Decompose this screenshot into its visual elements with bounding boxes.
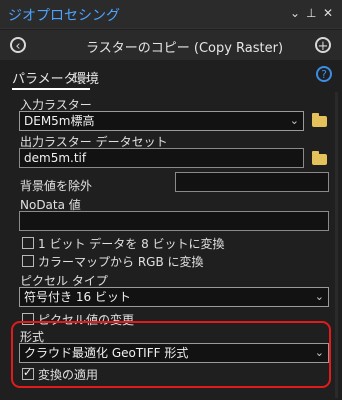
pixel-type-select[interactable]: 符号付き 16 ビット ⌄ [19, 287, 329, 307]
colormap-rgb-checkbox[interactable] [22, 255, 34, 267]
pin-icon[interactable]: ⊥ [306, 6, 316, 20]
input-raster-select[interactable]: DEM5m標高 ⌄ [19, 111, 304, 131]
window-title: ジオプロセシング [8, 8, 120, 24]
output-dataset-field[interactable]: dem5m.tif [19, 148, 304, 168]
convert-1bit-checkbox[interactable] [22, 237, 34, 249]
chevron-down-icon: ⌄ [314, 290, 324, 303]
help-icon[interactable]: ? [316, 66, 332, 82]
highlight-box [11, 321, 331, 388]
menu-dropdown-icon[interactable]: ⌄ [290, 6, 300, 20]
back-icon[interactable]: ‹ [10, 37, 26, 54]
folder-icon[interactable] [312, 151, 327, 165]
colormap-rgb-label: カラーマップから RGB に変換 [38, 255, 204, 269]
add-icon[interactable]: + [315, 37, 331, 54]
title-bar: ジオプロセシング ⌄ ⊥ ✕ [0, 0, 342, 29]
convert-1bit-label: 1 ビット データを 8 ビットに変換 [38, 237, 225, 251]
tab-bar: パラメーター 環境 [0, 64, 342, 90]
tab-environments[interactable]: 環境 [73, 68, 99, 87]
ignore-background-label: 背景値を除外 [20, 179, 93, 193]
close-icon[interactable]: ✕ [323, 6, 333, 20]
ignore-background-field[interactable] [175, 172, 329, 192]
nodata-field[interactable] [19, 211, 329, 231]
tool-header: ‹ ラスターのコピー (Copy Raster) + [0, 30, 342, 60]
folder-icon[interactable] [312, 113, 327, 127]
pixel-type-value: 符号付き 16 ビット [24, 290, 131, 304]
tool-title: ラスターのコピー (Copy Raster) [86, 41, 284, 56]
scrollbar[interactable] [335, 92, 338, 398]
input-raster-value: DEM5m標高 [24, 114, 95, 128]
chevron-down-icon: ⌄ [289, 114, 299, 127]
output-dataset-value: dem5m.tif [24, 151, 87, 165]
